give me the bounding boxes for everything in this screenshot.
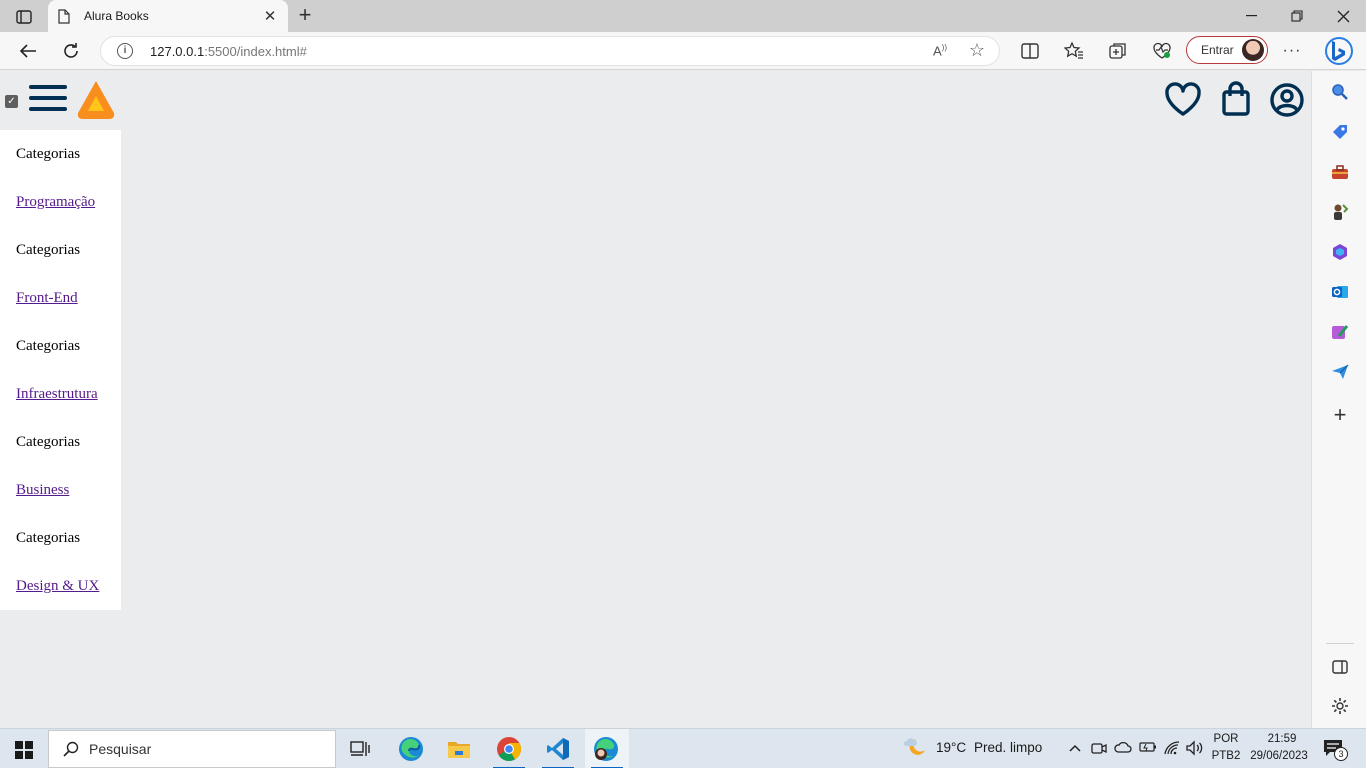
meet-camera-icon[interactable] <box>1091 740 1107 756</box>
tab-strip: Alura Books ✕ + <box>0 0 1366 32</box>
menu-heading: Categorias <box>16 529 81 546</box>
windows-taskbar: Pesquisar 19°C Pred. limpo POR PTB2 21:5 <box>0 728 1366 768</box>
weather-temperature[interactable]: 19°C <box>936 740 966 755</box>
close-window-button[interactable] <box>1320 0 1366 32</box>
search-placeholder: Pesquisar <box>89 741 152 757</box>
address-url[interactable]: 127.0.0.1:5500/index.html# <box>150 44 307 59</box>
tools-icon[interactable] <box>1330 162 1350 182</box>
bing-icon <box>1325 37 1353 65</box>
page-viewport: ✓ Categorias Programação Categorias Fron… <box>0 71 1311 728</box>
language-indicator[interactable]: POR <box>1211 733 1241 745</box>
weather-moon-cloud-icon[interactable] <box>903 737 927 759</box>
add-icon[interactable]: + <box>1330 402 1350 427</box>
arrow-left-icon <box>19 44 36 58</box>
sidebar-divider <box>1326 643 1354 644</box>
send-icon[interactable] <box>1330 362 1350 382</box>
chrome-icon[interactable] <box>487 729 531 768</box>
file-explorer-icon[interactable] <box>437 729 481 768</box>
refresh-button[interactable] <box>58 38 84 64</box>
menu-link-programacao[interactable]: Programação <box>16 178 121 226</box>
new-tab-button[interactable]: + <box>294 4 316 27</box>
menu-link-infraestrutura[interactable]: Infraestrutura <box>16 370 121 418</box>
favorites-button[interactable] <box>1061 38 1087 64</box>
collections-icon <box>1109 43 1126 59</box>
designer-icon[interactable] <box>1330 322 1350 342</box>
read-aloud-icon[interactable]: A)) <box>933 43 947 58</box>
clock-date[interactable]: 29/06/2023 <box>1246 750 1312 762</box>
close-tab-icon[interactable]: ✕ <box>262 8 278 25</box>
search-icon[interactable] <box>1330 82 1350 102</box>
more-options-button[interactable]: ··· <box>1279 38 1305 64</box>
page-icon <box>58 8 74 24</box>
onedrive-cloud-icon[interactable] <box>1114 740 1132 756</box>
refresh-icon <box>64 43 78 58</box>
settings-icon[interactable] <box>1330 696 1350 716</box>
menu-heading: Categorias <box>16 433 81 450</box>
alura-books-logo[interactable] <box>76 80 116 120</box>
clock-time[interactable]: 21:59 <box>1252 733 1312 745</box>
search-icon <box>63 741 79 757</box>
tab-actions-icon <box>16 10 32 24</box>
outlook-icon[interactable] <box>1330 282 1350 302</box>
sign-in-button[interactable]: Entrar <box>1186 36 1268 64</box>
task-view-icon[interactable] <box>338 729 382 768</box>
edge-icon[interactable] <box>389 729 433 768</box>
show-hidden-icons-chevron-up-icon[interactable] <box>1068 741 1082 755</box>
tab-actions-button[interactable] <box>10 6 38 28</box>
split-screen-icon <box>1021 43 1039 59</box>
heart-pulse-icon <box>1153 42 1171 59</box>
favorites-heart-icon[interactable] <box>1164 81 1202 119</box>
wifi-icon[interactable] <box>1163 740 1181 756</box>
notification-center-icon[interactable]: 3 <box>1323 739 1351 761</box>
split-screen-button[interactable] <box>1017 38 1043 64</box>
user-account-icon[interactable] <box>1268 81 1306 119</box>
back-button[interactable] <box>15 38 41 64</box>
edge-sidebar: + <box>1311 71 1366 728</box>
menu-heading: Categorias <box>16 337 81 354</box>
weather-description[interactable]: Pred. limpo <box>974 740 1042 755</box>
office-icon[interactable] <box>1330 242 1350 262</box>
menu-toggle-checkbox[interactable]: ✓ <box>5 95 18 108</box>
keyboard-layout-indicator[interactable]: PTB2 <box>1209 750 1243 762</box>
bing-copilot-button[interactable] <box>1322 34 1356 68</box>
minimize-button[interactable] <box>1228 0 1274 32</box>
menu-link-design-ux[interactable]: Design & UX <box>16 562 121 610</box>
favorite-star-icon[interactable]: ☆ <box>969 40 985 61</box>
notification-count-badge: 3 <box>1334 747 1348 761</box>
browser-toolbar: i 127.0.0.1:5500/index.html# A)) ☆ Entra… <box>0 32 1366 70</box>
restore-button[interactable] <box>1274 0 1320 32</box>
favorites-list-icon <box>1064 42 1083 59</box>
volume-speaker-icon[interactable] <box>1186 740 1204 756</box>
profile-avatar <box>1242 39 1264 61</box>
shopping-tag-icon[interactable] <box>1330 122 1350 142</box>
site-info-icon[interactable]: i <box>117 43 133 59</box>
windows-start-button[interactable] <box>15 741 33 759</box>
address-bar[interactable]: i 127.0.0.1:5500/index.html# A)) ☆ <box>100 36 1000 66</box>
browser-tab-active[interactable]: Alura Books ✕ <box>48 0 288 32</box>
menu-heading: Categorias <box>16 145 81 162</box>
tab-title: Alura Books <box>84 9 149 23</box>
collections-button[interactable] <box>1105 38 1131 64</box>
sign-in-label: Entrar <box>1201 43 1234 57</box>
split-screen-icon[interactable] <box>1330 657 1350 677</box>
menu-heading: Categorias <box>16 241 81 258</box>
category-menu: Categorias Programação Categorias Front-… <box>0 130 121 610</box>
shopping-bag-icon[interactable] <box>1218 81 1256 119</box>
taskbar-search-box[interactable]: Pesquisar <box>48 730 336 768</box>
browser-essentials-button[interactable] <box>1149 38 1175 64</box>
battery-icon[interactable] <box>1139 740 1157 756</box>
games-icon[interactable] <box>1330 202 1350 222</box>
edge-profile-icon[interactable] <box>585 729 629 768</box>
vscode-icon[interactable] <box>536 729 580 768</box>
hamburger-menu-icon[interactable] <box>29 85 67 111</box>
menu-link-business[interactable]: Business <box>16 466 121 514</box>
menu-link-front-end[interactable]: Front-End <box>16 274 121 322</box>
